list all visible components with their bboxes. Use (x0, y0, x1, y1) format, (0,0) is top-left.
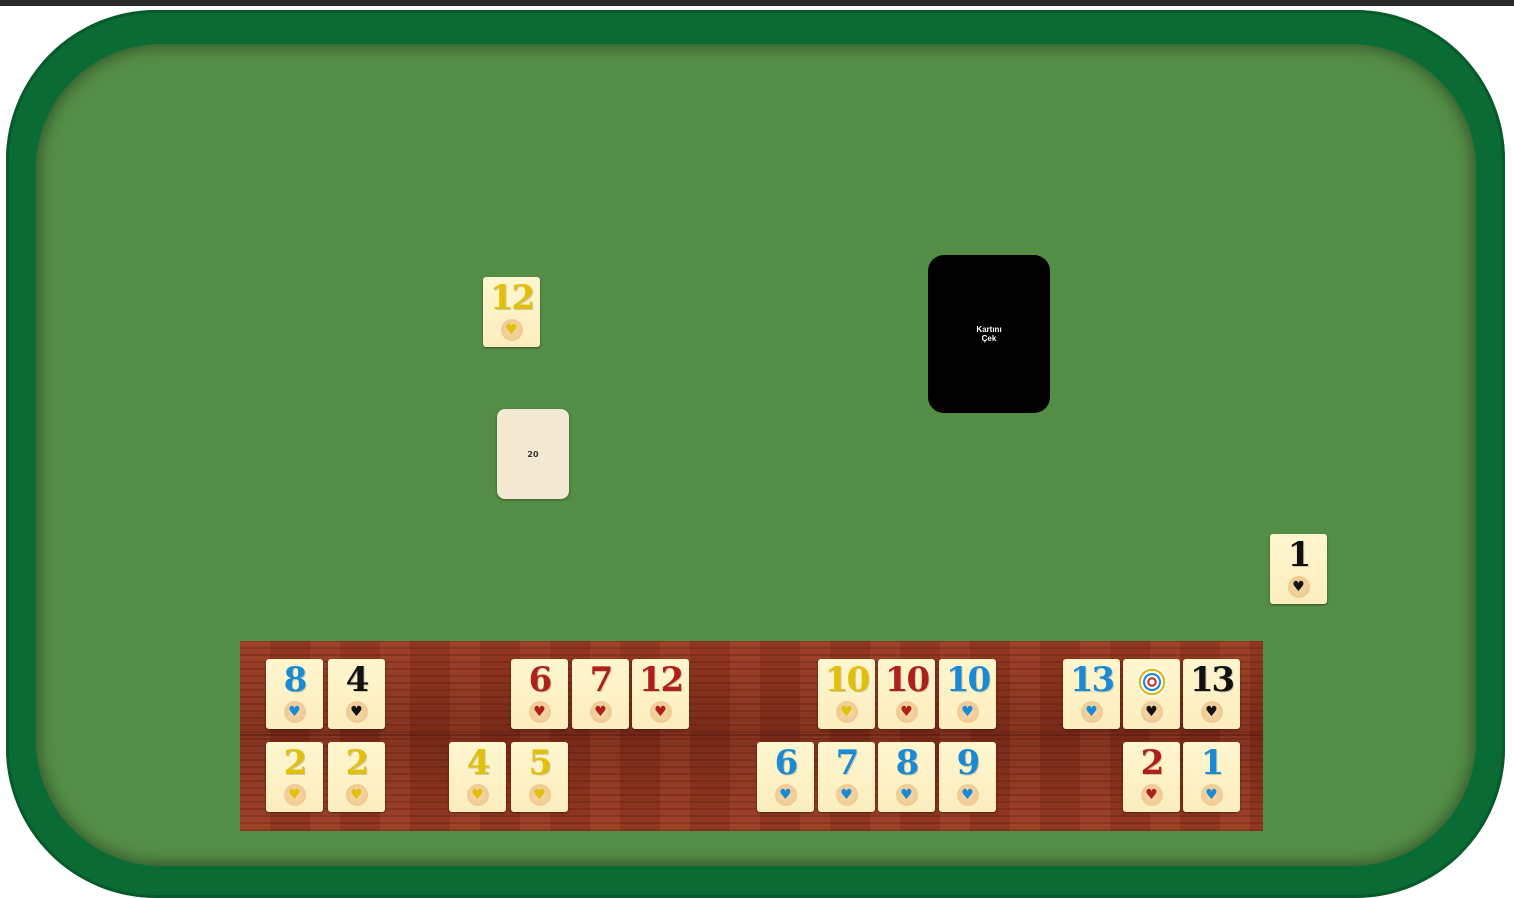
rack-tile[interactable]: 10 ♥ (878, 659, 935, 729)
remaining-tiles-counter: 20 (497, 409, 569, 499)
rack-tile[interactable]: 4 ♥ (328, 659, 385, 729)
rack-tile[interactable]: 7 ♥ (818, 742, 875, 812)
heart-icon: ♥ (345, 701, 368, 723)
rack-tile[interactable]: 13 ♥ (1183, 659, 1240, 729)
draw-pile-button[interactable]: Kartını Çek (928, 255, 1050, 413)
heart-icon: ♥ (835, 784, 858, 806)
tile-number: 13 (1069, 660, 1115, 700)
tile-number: 10 (884, 660, 930, 700)
rack-tile[interactable]: 6 ♥ (757, 742, 814, 812)
tile-number: 12 (489, 278, 535, 318)
heart-icon: ♥ (956, 784, 979, 806)
rack-tile[interactable]: 6 ♥ (511, 659, 568, 729)
tile-number: 7 (835, 743, 860, 783)
heart-icon: ♥ (589, 701, 612, 723)
joker-icon (1136, 667, 1167, 697)
indicator-tile: 12 ♥ (483, 277, 540, 347)
tile-number: 9 (956, 743, 981, 783)
tile-number: 4 (466, 743, 491, 783)
tile-number: 4 (345, 660, 370, 700)
tile-number: 12 (638, 660, 684, 700)
heart-icon: ♥ (1140, 701, 1163, 723)
rack-tile[interactable]: 10 ♥ (939, 659, 996, 729)
tile-number: 13 (1189, 660, 1235, 700)
rack-tile[interactable]: 8 ♥ (878, 742, 935, 812)
rack-tile[interactable]: ♥ (1123, 659, 1180, 729)
rack-divider (240, 734, 1263, 736)
tile-number: 10 (824, 660, 870, 700)
heart-icon: ♥ (895, 784, 918, 806)
rack-tile[interactable]: 5 ♥ (511, 742, 568, 812)
rack-tile[interactable]: 2 ♥ (1123, 742, 1180, 812)
heart-icon: ♥ (649, 701, 672, 723)
rack-tile[interactable]: 8 ♥ (266, 659, 323, 729)
tile-number: 6 (528, 660, 553, 700)
rack-tile[interactable]: 13 ♥ (1063, 659, 1120, 729)
heart-icon: ♥ (895, 701, 918, 723)
heart-icon: ♥ (835, 701, 858, 723)
tile-number: 5 (528, 743, 553, 783)
tile-number: 8 (895, 743, 920, 783)
heart-icon: ♥ (1140, 784, 1163, 806)
heart-icon: ♥ (1080, 701, 1103, 723)
heart-icon: ♥ (283, 701, 306, 723)
tile-number: 10 (945, 660, 991, 700)
heart-icon: ♥ (466, 784, 489, 806)
rack-tile[interactable]: 12 ♥ (632, 659, 689, 729)
heart-icon: ♥ (1200, 701, 1223, 723)
rack-tile[interactable]: 4 ♥ (449, 742, 506, 812)
heart-icon: ♥ (956, 701, 979, 723)
discard-tile[interactable]: 1 ♥ (1270, 534, 1327, 604)
heart-icon: ♥ (528, 701, 551, 723)
top-bar (0, 0, 1514, 6)
rack-tile[interactable]: 10 ♥ (818, 659, 875, 729)
heart-icon: ♥ (500, 319, 523, 341)
tile-number: 1 (1200, 743, 1225, 783)
heart-icon: ♥ (1287, 576, 1310, 598)
rack-tile[interactable]: 2 ♥ (266, 742, 323, 812)
tile-number: 2 (1140, 743, 1165, 783)
tile-number: 1 (1287, 535, 1312, 575)
rack-tile[interactable]: 9 ♥ (939, 742, 996, 812)
tile-number: 6 (774, 743, 799, 783)
remaining-count: 20 (527, 449, 539, 459)
tile-number: 7 (589, 660, 614, 700)
heart-icon: ♥ (1200, 784, 1223, 806)
tile-number: 2 (345, 743, 370, 783)
heart-icon: ♥ (283, 784, 306, 806)
draw-pile-label: Kartını Çek (976, 325, 1002, 343)
heart-icon: ♥ (528, 784, 551, 806)
tile-number: 2 (283, 743, 308, 783)
rack-tile[interactable]: 2 ♥ (328, 742, 385, 812)
rack-tile[interactable]: 1 ♥ (1183, 742, 1240, 812)
tile-number: 8 (283, 660, 308, 700)
rack-tile[interactable]: 7 ♥ (572, 659, 629, 729)
heart-icon: ♥ (774, 784, 797, 806)
heart-icon: ♥ (345, 784, 368, 806)
